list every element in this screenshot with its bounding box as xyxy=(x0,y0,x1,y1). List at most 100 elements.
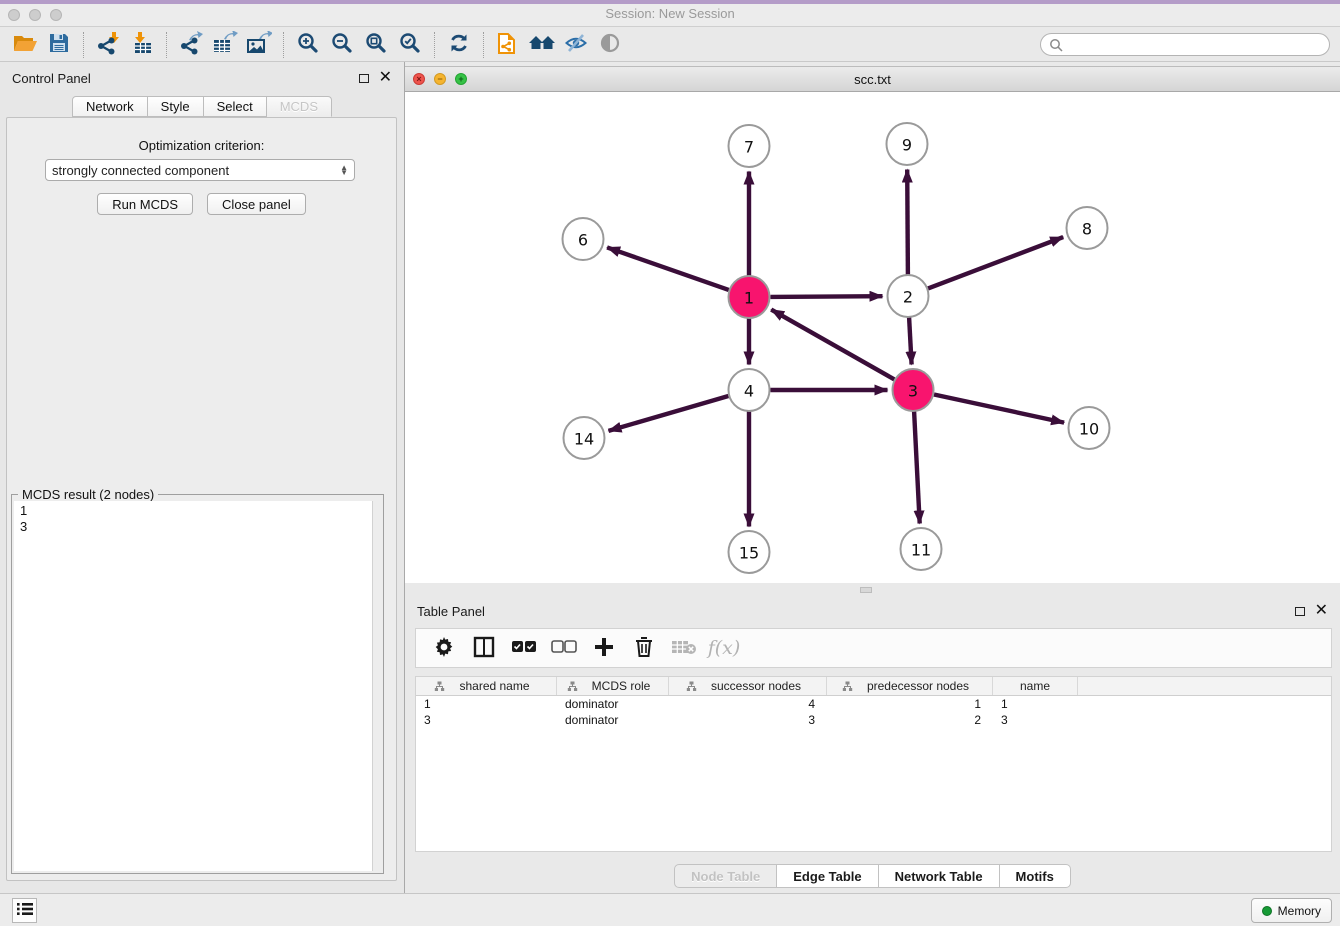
deselect-all-columns-button[interactable] xyxy=(546,631,582,665)
close-table-panel-icon[interactable]: ✕ xyxy=(1315,605,1328,617)
export-table-button[interactable] xyxy=(208,30,242,60)
close-panel-button[interactable]: Close panel xyxy=(207,193,306,215)
graph-edge-4-14[interactable] xyxy=(609,396,729,431)
graph-edge-2-8[interactable] xyxy=(928,237,1063,288)
import-network-button[interactable] xyxy=(91,30,125,60)
graph-node-7[interactable]: 7 xyxy=(729,125,770,167)
search-icon xyxy=(1049,38,1063,52)
graph-node-label: 7 xyxy=(744,138,754,157)
select-stepper-icon: ▲▼ xyxy=(340,165,348,175)
graph-edge-1-2[interactable] xyxy=(771,296,883,297)
column-header-label: MCDS role xyxy=(592,679,651,693)
toolbar-divider xyxy=(83,32,84,58)
mcds-result-list[interactable]: 1 3 xyxy=(14,501,381,871)
cell-name: 1 xyxy=(993,697,1078,711)
run-mcds-button[interactable]: Run MCDS xyxy=(97,193,193,215)
search-field[interactable] xyxy=(1040,33,1330,56)
network-canvas[interactable]: 1 2 3 4 6 7 8 9 10 11 14 15 xyxy=(405,92,1340,583)
mcds-result-title: MCDS result (2 nodes) xyxy=(18,487,158,502)
network-file-button[interactable] xyxy=(491,30,525,60)
float-panel-icon[interactable] xyxy=(359,74,369,83)
close-panel-icon[interactable]: ✕ xyxy=(379,72,392,84)
network-window: × − + scc.txt 1 2 3 4 6 7 8 9 10 11 14 15 xyxy=(405,62,1340,595)
task-history-button[interactable] xyxy=(12,898,37,923)
cell-successor-nodes: 3 xyxy=(669,713,827,727)
open-session-button[interactable] xyxy=(8,30,42,60)
tab-node-table[interactable]: Node Table xyxy=(674,864,777,888)
graph-node-10[interactable]: 10 xyxy=(1069,407,1110,449)
network-canvas-svg: 1 2 3 4 6 7 8 9 10 11 14 15 xyxy=(405,92,1340,583)
cell-shared-name: 1 xyxy=(416,697,557,711)
tab-style[interactable]: Style xyxy=(148,96,204,117)
graph-edge-2-9[interactable] xyxy=(907,170,908,275)
network-window-titlebar[interactable]: × − + scc.txt xyxy=(405,66,1340,92)
zoom-in-button[interactable] xyxy=(291,30,325,60)
save-session-button[interactable] xyxy=(42,30,76,60)
graph-node-9[interactable]: 9 xyxy=(887,123,928,165)
delete-table-button[interactable] xyxy=(666,631,702,665)
result-scrollbar[interactable] xyxy=(372,501,381,871)
memory-button[interactable]: Memory xyxy=(1251,898,1332,923)
graph-node-1[interactable]: 1 xyxy=(729,276,770,318)
table-body: 1dominator4113dominator323 xyxy=(416,696,1331,728)
tab-edge-table[interactable]: Edge Table xyxy=(777,864,878,888)
trash-icon xyxy=(634,636,654,661)
zoom-out-button[interactable] xyxy=(325,30,359,60)
table-settings-button[interactable] xyxy=(426,631,462,665)
graph-node-15[interactable]: 15 xyxy=(729,531,770,573)
graph-node-label: 14 xyxy=(574,430,594,449)
search-input[interactable] xyxy=(1068,37,1321,53)
graph-node-8[interactable]: 8 xyxy=(1067,207,1108,249)
table-row[interactable]: 1dominator411 xyxy=(416,696,1331,712)
column-header-successor-nodes[interactable]: successor nodes xyxy=(669,677,827,695)
hide-panel-button[interactable] xyxy=(559,30,593,60)
graph-edge-1-6[interactable] xyxy=(607,247,729,290)
graph-node-6[interactable]: 6 xyxy=(563,218,604,260)
delete-columns-button[interactable] xyxy=(626,631,662,665)
float-table-panel-icon[interactable] xyxy=(1295,607,1305,616)
graph-edge-3-10[interactable] xyxy=(934,395,1064,423)
graph-node-2[interactable]: 2 xyxy=(888,275,929,317)
graph-edge-2-3[interactable] xyxy=(909,318,912,365)
column-header-shared-name[interactable]: shared name xyxy=(416,677,557,695)
tab-mcds[interactable]: MCDS xyxy=(267,96,332,117)
graph-node-3[interactable]: 3 xyxy=(893,369,934,411)
select-all-columns-button[interactable] xyxy=(506,631,542,665)
export-network-button[interactable] xyxy=(174,30,208,60)
import-table-button[interactable] xyxy=(125,30,159,60)
zoom-fit-button[interactable] xyxy=(359,30,393,60)
column-header-predecessor-nodes[interactable]: predecessor nodes xyxy=(827,677,993,695)
refresh-layout-button[interactable] xyxy=(442,30,476,60)
control-panel-tabs: NetworkStyleSelectMCDS xyxy=(0,96,404,117)
table-row[interactable]: 3dominator323 xyxy=(416,712,1331,728)
checked-boxes-icon xyxy=(511,640,537,657)
mcds-result-group: MCDS result (2 nodes) 1 3 xyxy=(11,494,384,874)
horizontal-splitter-handle[interactable] xyxy=(860,587,872,593)
gear-icon xyxy=(434,637,454,660)
zoom-in-icon xyxy=(296,31,320,58)
function-builder-button[interactable]: f(x) xyxy=(706,631,742,665)
zoom-selected-button[interactable] xyxy=(393,30,427,60)
graph-edge-3-1[interactable] xyxy=(771,310,894,380)
add-column-button[interactable] xyxy=(586,631,622,665)
graph-node-4[interactable]: 4 xyxy=(729,369,770,411)
zoom-fit-icon xyxy=(364,31,388,58)
function-icon: f(x) xyxy=(708,637,741,659)
home-gallery-button[interactable] xyxy=(525,30,559,60)
cell-shared-name: 3 xyxy=(416,713,557,727)
graph-edge-3-11[interactable] xyxy=(914,412,920,524)
tab-network[interactable]: Network xyxy=(72,96,148,117)
export-image-button[interactable] xyxy=(242,30,276,60)
optimization-criterion-select[interactable]: strongly connected component ▲▼ xyxy=(45,159,355,181)
show-panel-button[interactable] xyxy=(593,30,627,60)
mcds-panel-body: Optimization criterion: strongly connect… xyxy=(6,117,397,881)
tab-network-table[interactable]: Network Table xyxy=(879,864,1000,888)
column-header-mcds-role[interactable]: MCDS role xyxy=(557,677,669,695)
graph-node-11[interactable]: 11 xyxy=(901,528,942,570)
graph-node-14[interactable]: 14 xyxy=(564,417,605,459)
graph-node-label: 6 xyxy=(578,231,588,250)
tab-select[interactable]: Select xyxy=(204,96,267,117)
tab-motifs[interactable]: Motifs xyxy=(1000,864,1071,888)
show-columns-button[interactable] xyxy=(466,631,502,665)
column-header-name[interactable]: name xyxy=(993,677,1078,695)
